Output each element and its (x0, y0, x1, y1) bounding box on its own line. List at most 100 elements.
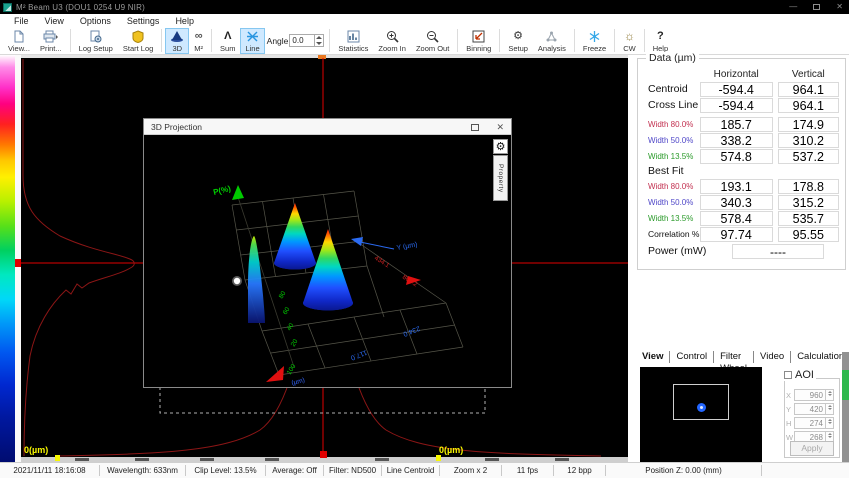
3d-button[interactable]: 3D (165, 28, 189, 54)
tab-control[interactable]: Control (670, 351, 714, 363)
menu-bar: File View Options Settings Help (0, 14, 849, 27)
width135-h-value: 574.8 (700, 149, 773, 164)
table-row-width50: Width 50.0% 338.2 310.2 (648, 132, 839, 148)
projection-title-bar[interactable]: 3D Projection ✕ (144, 119, 511, 135)
menu-settings[interactable]: Settings (119, 16, 168, 26)
projection-3d-plot[interactable]: P(%) 80 60 40 20 100 (µm) 117.0 234.0 Y … (144, 135, 511, 387)
toolbar-separator (574, 29, 575, 52)
origin-label-y: 0(µm) (24, 445, 48, 455)
toolbar-separator (329, 29, 330, 52)
freeze-button[interactable]: Freeze (578, 28, 611, 54)
line-icon (246, 30, 259, 43)
projection-close-icon[interactable]: ✕ (496, 123, 504, 132)
binning-button[interactable]: Binning (461, 28, 496, 54)
line-button[interactable]: Line (240, 28, 264, 54)
toolbar-separator (211, 29, 212, 52)
help-button[interactable]: ? Help (648, 28, 673, 54)
toolbar-separator (161, 29, 162, 52)
m2-button[interactable]: ∞ M² (189, 28, 208, 54)
bf-width50-h-value: 340.3 (700, 195, 773, 210)
toolbar-separator (614, 29, 615, 52)
left-ruler (15, 55, 21, 462)
statistics-button[interactable]: Statistics (333, 28, 373, 54)
cw-button[interactable]: ☼ CW (618, 28, 641, 54)
intensity-colorbar (0, 55, 15, 462)
setup-icon: ⚙ (513, 30, 523, 43)
svg-text:434.1: 434.1 (373, 255, 391, 270)
apply-button[interactable]: Apply (790, 441, 834, 456)
centroid-h-value: -594.4 (700, 82, 773, 97)
x-axis-ticks: 117.0 234.0 (349, 324, 420, 361)
scrollbar-thumb[interactable] (842, 370, 849, 400)
svg-text:234.0: 234.0 (402, 324, 421, 337)
projection-window-title: 3D Projection (151, 122, 202, 132)
aoi-h-stepper[interactable]: 274 (794, 417, 834, 429)
svg-text:100: 100 (286, 363, 298, 376)
status-wavelength: Wavelength: 633nm (100, 465, 186, 476)
panel-scrollbar[interactable] (842, 352, 849, 462)
tab-video[interactable]: Video (754, 351, 791, 363)
title-bar: M² Beam U3 (DOU1 0254 U9 NIR) — ✕ (0, 0, 849, 14)
width80-h-value: 185.7 (700, 117, 773, 132)
zoom-out-button[interactable]: Zoom Out (411, 28, 454, 54)
property-tab[interactable]: Property (493, 155, 508, 201)
aoi-field-h: H 274 (786, 416, 834, 430)
menu-options[interactable]: Options (72, 16, 119, 26)
status-clip-level: Clip Level: 13.5% (186, 465, 266, 476)
printer-icon (43, 30, 58, 43)
menu-file[interactable]: File (6, 16, 37, 26)
tab-filter-wheel[interactable]: Filter Wheel (714, 351, 754, 363)
table-row-correlation: Correlation % 97.74 95.55 (648, 226, 839, 242)
width135-v-value: 537.2 (778, 149, 839, 164)
analysis-button[interactable]: Analysis (533, 28, 571, 54)
angle-value[interactable]: 0.0 (290, 35, 314, 46)
window-title: M² Beam U3 (DOU1 0254 U9 NIR) (16, 3, 145, 12)
tab-view[interactable]: View (640, 351, 670, 363)
view-button[interactable]: View... (3, 28, 35, 54)
close-icon[interactable]: ✕ (836, 3, 843, 11)
menu-help[interactable]: Help (167, 16, 202, 26)
p-axis-label: P(%) (212, 184, 232, 197)
data-groupbox: Data (µm) Horizontal Vertical Centroid -… (637, 58, 846, 270)
angle-stepper[interactable]: 0.0 (289, 34, 324, 47)
crosshair-bottom-marker[interactable] (320, 451, 327, 458)
svg-text:80: 80 (278, 290, 288, 300)
minimize-icon[interactable]: — (789, 3, 797, 11)
y-axis-label: Y (µm) (396, 241, 418, 252)
data-table: Horizontal Vertical Centroid -594.4 964.… (648, 67, 839, 260)
x-axis-unit-label: (µm) (291, 377, 306, 387)
projection-maximize-icon[interactable] (471, 124, 479, 131)
crosshair-left-marker[interactable] (15, 259, 21, 267)
preview-beam-dot (697, 403, 706, 412)
angle-down-icon[interactable] (315, 41, 323, 47)
start-log-button[interactable]: Start Log (118, 28, 158, 54)
bf-width135-v-value: 535.7 (778, 211, 839, 226)
aoi-fields: X 960 Y 420 H 274 W 268 (786, 388, 834, 444)
y-axis-arrow-icon (351, 237, 363, 246)
data-table-header: Horizontal Vertical (648, 67, 839, 81)
print-button[interactable]: Print... (35, 28, 67, 54)
y-axis-ticks: 434.1 868.2 (373, 255, 419, 289)
data-group-title: Data (µm) (646, 52, 699, 64)
camera-preview[interactable] (640, 367, 762, 462)
projection-window[interactable]: 3D Projection ✕ ⚙ Property (143, 118, 512, 388)
zoom-in-button[interactable]: Zoom In (373, 28, 411, 54)
cursor-dot[interactable] (234, 278, 240, 284)
setup-button[interactable]: ⚙ Setup (503, 28, 533, 54)
power-value: ---- (732, 244, 824, 259)
menu-view[interactable]: View (37, 16, 72, 26)
maximize-icon[interactable] (813, 4, 820, 10)
table-row-width135: Width 13.5% 574.8 537.2 (648, 148, 839, 164)
gear-icon[interactable]: ⚙ (493, 139, 508, 154)
y-origin-tick (55, 455, 60, 461)
log-setup-button[interactable]: Log Setup (74, 28, 118, 54)
aoi-x-stepper[interactable]: 960 (794, 389, 834, 401)
aoi-y-stepper[interactable]: 420 (794, 403, 834, 415)
svg-text:20: 20 (290, 338, 300, 348)
status-fps: 11 fps (502, 465, 554, 476)
tab-calculation[interactable]: Calculation (791, 351, 849, 363)
correlation-v-value: 95.55 (778, 227, 839, 242)
sum-button[interactable]: Λ Sum (215, 28, 240, 54)
aoi-checkbox[interactable] (784, 371, 792, 379)
table-row-width80: Width 80.0% 185.7 174.9 (648, 116, 839, 132)
